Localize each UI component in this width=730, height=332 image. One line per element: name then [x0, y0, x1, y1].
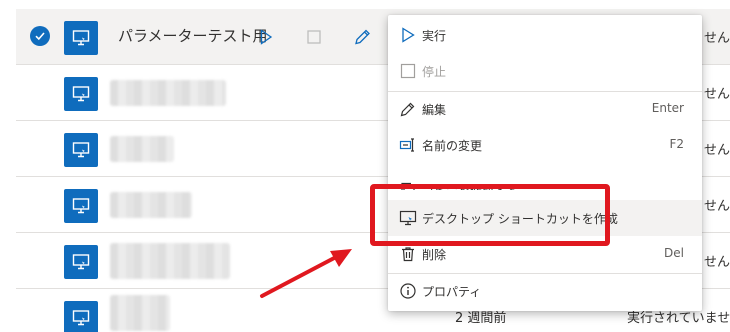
blurred-flow-name: [110, 80, 226, 106]
play-icon[interactable]: [254, 25, 278, 49]
desktop-flow-icon: [64, 301, 98, 332]
desktop-flow-icon: [64, 21, 98, 55]
menu-item-label: プロパティ: [422, 285, 482, 299]
desktop-flow-icon: [64, 189, 98, 223]
rename-icon: [399, 136, 417, 154]
run-status: せん: [704, 31, 730, 46]
menu-item-stop: 停止: [388, 53, 702, 89]
menu-item-label: 停止: [422, 65, 447, 79]
desktop-shortcut-icon: [399, 209, 417, 227]
menu-item-label: 編集: [422, 103, 447, 117]
menu-item-shortcut: F2: [669, 137, 684, 151]
blurred-flow-name: [110, 243, 230, 279]
flow-name[interactable]: パラメーターテスト用: [118, 25, 268, 46]
run-status: せん: [704, 199, 730, 214]
menu-item-label: コピーを作成する: [422, 182, 518, 190]
play-icon: [399, 26, 417, 44]
menu-item-shortcut: Enter: [651, 101, 684, 115]
pencil-icon: [399, 100, 417, 118]
run-status: せん: [704, 87, 730, 102]
info-icon: [399, 282, 417, 300]
checkmark-circle-icon[interactable]: [30, 26, 50, 46]
desktop-flow-icon: [64, 77, 98, 111]
copy-icon: [399, 181, 417, 190]
blurred-flow-name: [110, 136, 174, 162]
blurred-flow-name: [110, 295, 170, 331]
menu-item-properties[interactable]: プロパティ: [388, 273, 702, 309]
desktop-flow-icon: [64, 133, 98, 167]
context-menu: 実行 停止 編集 Enter 名前の変更 F2 コピーを作成する デスクトップ …: [388, 15, 702, 311]
run-status: せん: [704, 143, 730, 158]
menu-item-label: 削除: [422, 248, 447, 262]
menu-item-delete[interactable]: 削除 Del: [388, 236, 702, 272]
menu-item-label: デスクトップ ショートカットを作成: [422, 212, 618, 226]
menu-item-copy[interactable]: コピーを作成する: [388, 172, 702, 190]
desktop-flow-icon: [64, 245, 98, 279]
menu-item-label: 実行: [422, 29, 447, 43]
menu-item-create-desktop-shortcut[interactable]: デスクトップ ショートカットを作成: [388, 200, 702, 236]
run-status: せん: [704, 255, 730, 270]
stop-icon: [399, 62, 417, 80]
trash-icon: [399, 245, 417, 263]
pencil-icon[interactable]: [350, 25, 374, 49]
menu-item-shortcut: Del: [664, 246, 684, 260]
menu-item-run[interactable]: 実行: [388, 17, 702, 53]
blurred-flow-name: [110, 192, 192, 218]
menu-item-label: 名前の変更: [422, 139, 483, 153]
stop-icon[interactable]: [302, 25, 326, 49]
menu-item-rename[interactable]: 名前の変更 F2: [388, 127, 702, 163]
menu-item-edit[interactable]: 編集 Enter: [388, 91, 702, 127]
